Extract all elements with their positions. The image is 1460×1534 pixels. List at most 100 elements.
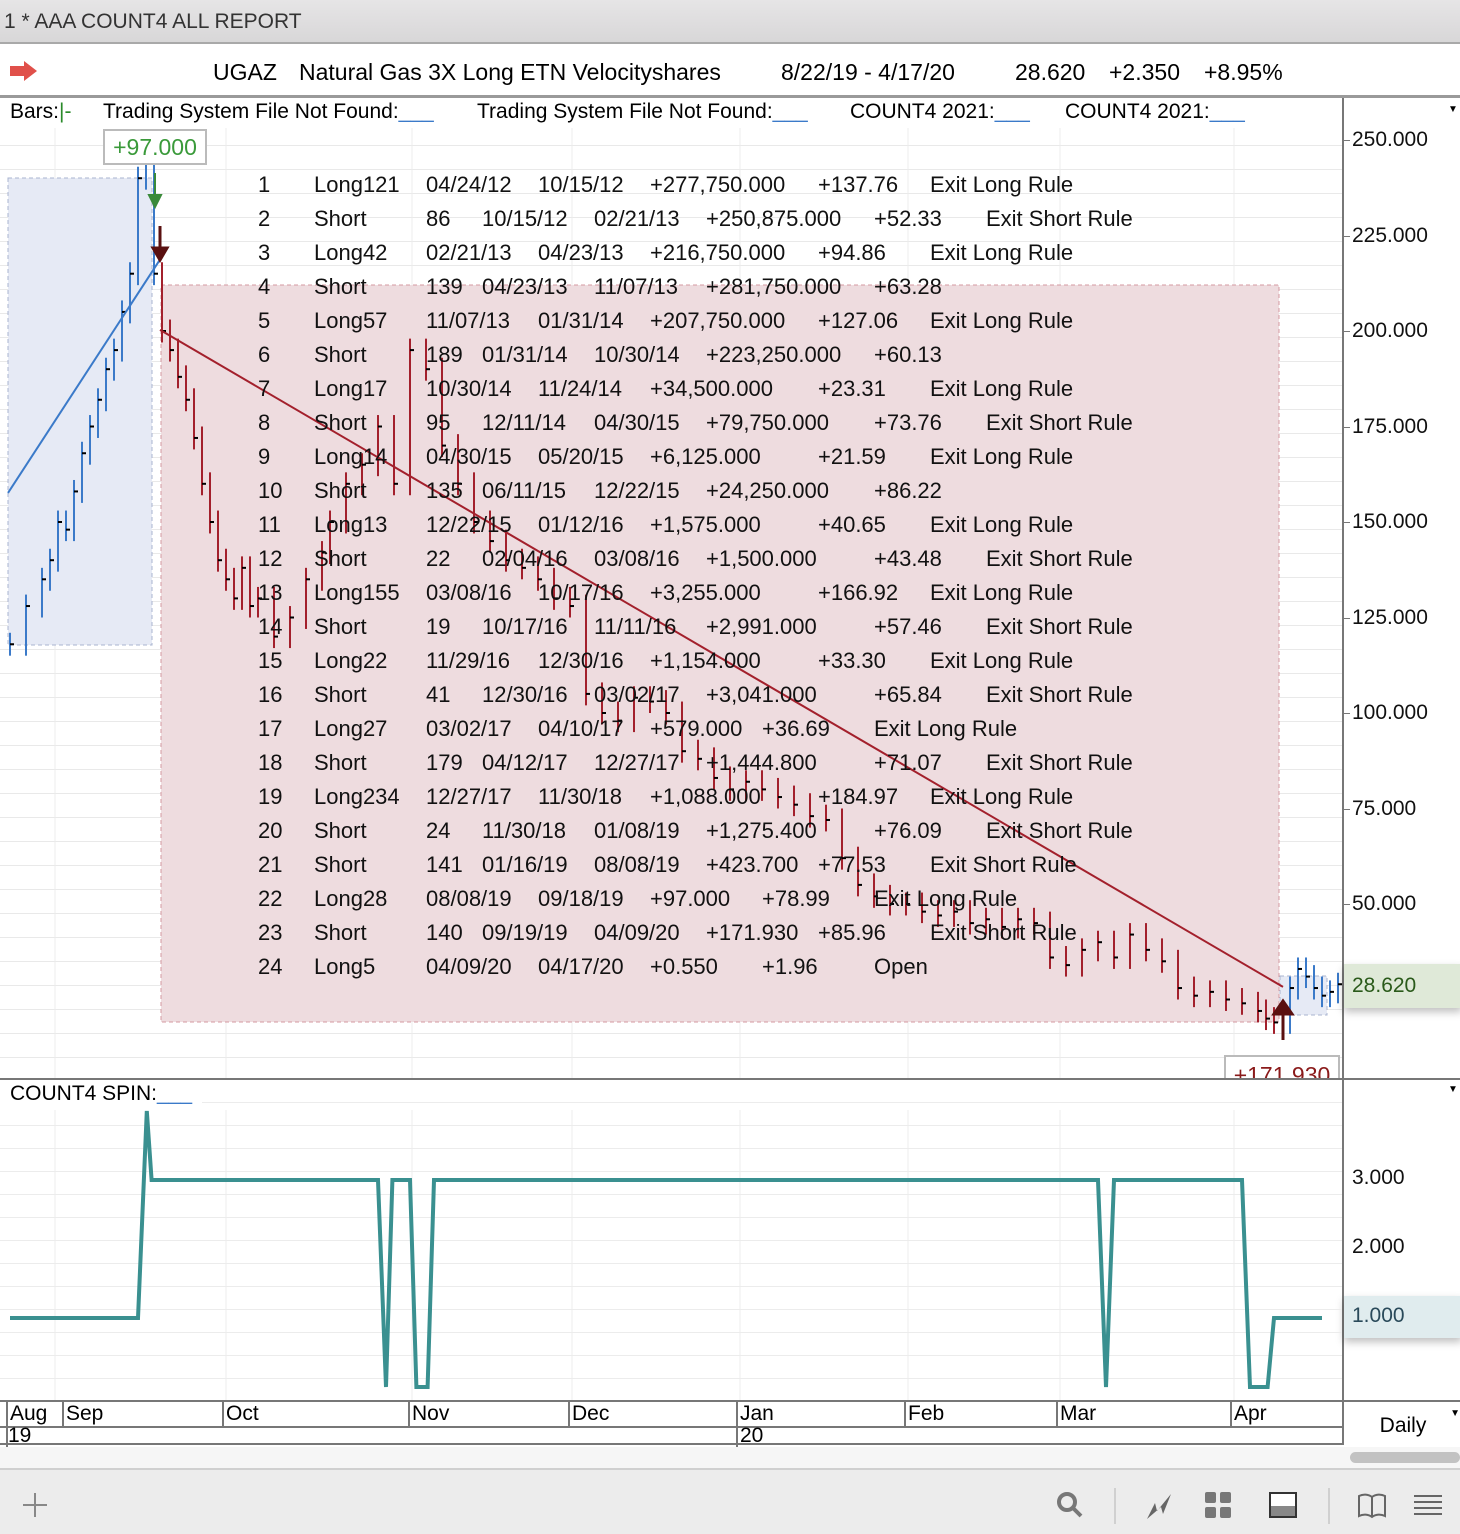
month-label: Apr xyxy=(1230,1402,1267,1426)
spin-last-marker: 1.000 xyxy=(1344,1296,1460,1338)
trade-row[interactable]: 3 Long42 02/21/13 04/23/13 +216,750.000 +94.8… xyxy=(258,240,1154,274)
panel-layout-icon[interactable] xyxy=(1268,1490,1298,1520)
price-tick-mark xyxy=(1344,617,1350,619)
trade-cell: 11/30/18 xyxy=(538,784,623,809)
legend-trading-system-1[interactable]: Trading System File Not Found:___ xyxy=(103,100,434,124)
trade-row[interactable]: 6 Short 189 01/31/14 10/30/14 +223,250.000 +60… xyxy=(258,342,1154,376)
trade-row[interactable]: 5 Long57 11/07/13 01/31/14 +207,750.000 +127.… xyxy=(258,308,1154,342)
trade-row[interactable]: 22 Long28 08/08/19 09/18/19 +97.000 +78.99 Exi… xyxy=(258,886,1154,920)
trade-row[interactable]: 8 Short 95 12/11/14 04/30/15 +79,750.000 +73.7… xyxy=(258,410,1154,444)
trade-cell: 01/16/19 xyxy=(482,852,568,877)
bottom-toolbar xyxy=(0,1468,1460,1534)
spin-legend[interactable]: COUNT4 SPIN:___ xyxy=(0,1080,203,1108)
percent-change: +8.95% xyxy=(1204,59,1283,85)
trade-cell: 9 xyxy=(258,444,271,469)
trade-cell: +76.09 xyxy=(874,818,942,843)
long-profit-label: +97.000 xyxy=(103,129,207,165)
trade-cell: Open xyxy=(874,954,928,979)
trade-row[interactable]: 11 Long13 12/22/15 01/12/16 +1,575.000 +40.65… xyxy=(258,512,1154,546)
trade-cell: 10/15/12 xyxy=(482,206,568,231)
trade-row[interactable]: 7 Long17 10/30/14 11/24/14 +34,500.000 +23.31… xyxy=(258,376,1154,410)
trade-row[interactable]: 10 Short 135 06/11/15 12/22/15 +24,250.000 +86… xyxy=(258,478,1154,512)
year-label: 20 xyxy=(740,1424,764,1447)
trade-row[interactable]: 21 Short 141 01/16/19 08/08/19 +423.700 +77.53… xyxy=(258,852,1154,886)
trade-row[interactable]: 16 Short 41 12/30/16 03/02/17 +3,041.000 +65.8… xyxy=(258,682,1154,716)
red-arrow-icon[interactable] xyxy=(8,60,38,82)
add-icon[interactable] xyxy=(20,1490,50,1520)
trade-row[interactable]: 2 Short 86 10/15/12 02/21/13 +250,875.000 +52.… xyxy=(258,206,1154,240)
scrollbar-thumb[interactable] xyxy=(1350,1452,1460,1463)
trade-cell: 01/12/16 xyxy=(538,512,624,537)
horizontal-scrollbar[interactable] xyxy=(0,1447,1460,1468)
trade-cell: Short xyxy=(314,410,367,435)
spin-axis-menu-icon[interactable]: ▼ xyxy=(1448,1084,1458,1095)
axis-menu-icon[interactable]: ▼ xyxy=(1448,104,1458,115)
trade-cell: 12/22/15 xyxy=(426,512,512,537)
trade-cell: 41 xyxy=(426,682,451,707)
book-icon[interactable] xyxy=(1357,1490,1387,1520)
last-price-marker: 28.620 xyxy=(1344,964,1460,1008)
trade-row[interactable]: 18 Short 179 04/12/17 12/27/17 +1,444.800 +71.… xyxy=(258,750,1154,784)
grid-layout-icon[interactable] xyxy=(1203,1490,1233,1520)
trade-cell: 86 xyxy=(426,206,451,231)
trade-cell: 140 xyxy=(426,920,463,945)
trade-row[interactable]: 17 Long27 03/02/17 04/10/17 +579.000 +36.69 Ex… xyxy=(258,716,1154,750)
trade-cell: Short xyxy=(314,818,367,843)
trade-cell: +86.22 xyxy=(874,478,942,503)
trade-row[interactable]: 1 Long121 04/24/12 10/15/12 +277,750.000 +137… xyxy=(258,172,1154,206)
trade-cell: Short xyxy=(314,750,367,775)
price-tick-label: 100.000 xyxy=(1352,701,1428,724)
trade-row[interactable]: 20 Short 24 11/30/18 01/08/19 +1,275.400 +76.0… xyxy=(258,818,1154,852)
trade-row[interactable]: 15 Long22 11/29/16 12/30/16 +1,154.000 +33.30… xyxy=(258,648,1154,682)
menu-icon[interactable] xyxy=(1413,1490,1443,1520)
spin-tick-label: 3.000 xyxy=(1352,1166,1405,1189)
trade-cell: Exit Long Rule xyxy=(930,240,1074,265)
trade-cell: +281,750.000 xyxy=(706,274,842,299)
trade-cell: 11/11/16 xyxy=(594,614,677,639)
trade-cell: +137.76 xyxy=(818,172,899,197)
price-axis[interactable]: 250.000 225.000 200.000 175.000 150.000 125.0… xyxy=(1342,98,1460,1445)
trade-cell: 4 xyxy=(258,274,271,299)
trade-row[interactable]: 9 Long14 04/30/15 05/20/15 +6,125.000 +21.59 E… xyxy=(258,444,1154,478)
search-icon[interactable] xyxy=(1055,1490,1085,1520)
trade-cell: 179 xyxy=(426,750,463,775)
trade-cell: +6,125.000 xyxy=(650,444,761,469)
trade-cell: +223,250.000 xyxy=(706,342,842,367)
price-tick-mark xyxy=(1344,522,1350,523)
trade-row[interactable]: 13 Long155 03/08/16 10/17/16 +3,255.000 +166.… xyxy=(258,580,1154,614)
trade-cell: 19 xyxy=(258,784,283,809)
price-tick-label: 50.000 xyxy=(1352,892,1417,915)
trade-cell: 12/22/15 xyxy=(594,478,680,503)
timeframe-select[interactable]: Daily ▼ xyxy=(1344,1400,1460,1445)
legend-count4-1[interactable]: COUNT4 2021:___ xyxy=(850,100,1030,124)
trade-cell: +1,154.000 xyxy=(650,648,761,673)
trade-cell: 04/23/13 xyxy=(538,240,624,265)
trade-cell: 20 xyxy=(258,818,283,843)
trade-cell: 10/15/12 xyxy=(538,172,624,197)
trade-row[interactable]: 19 Long234 12/27/17 11/30/18 +1,088.000 +184.… xyxy=(258,784,1154,818)
draw-line-icon[interactable] xyxy=(1145,1490,1175,1520)
trade-cell: +423.700 xyxy=(706,852,799,877)
trade-row[interactable]: 14 Short 19 10/17/16 11/11/16 +2,991.000 +57.4… xyxy=(258,614,1154,648)
trade-cell: 11/29/16 xyxy=(426,648,511,673)
trade-row[interactable]: 24 Long5 04/09/20 04/17/20 +0.550 +1.96 Open xyxy=(258,954,1154,988)
legend-trading-system-2[interactable]: Trading System File Not Found:___ xyxy=(477,100,808,124)
trade-cell: Exit Short Rule xyxy=(930,920,1077,945)
count4-spin-pane[interactable]: COUNT4 SPIN:___ xyxy=(0,1078,1342,1400)
trade-row[interactable]: 12 Short 22 02/04/16 03/08/16 +1,500.000 +43.4… xyxy=(258,546,1154,580)
trade-cell: Exit Long Rule xyxy=(930,512,1074,537)
trade-cell: 18 xyxy=(258,750,283,775)
trade-cell: Exit Long Rule xyxy=(930,376,1074,401)
legend-count4-2[interactable]: COUNT4 2021:___ xyxy=(1065,100,1245,124)
spin-tick-label: 2.000 xyxy=(1352,1235,1405,1258)
date-axis[interactable]: Aug Sep Oct Nov Dec Jan Feb Mar Apr 19 20 xyxy=(0,1400,1342,1447)
trade-row[interactable]: 23 Short 140 09/19/19 04/09/20 +171.930 +85.96… xyxy=(258,920,1154,954)
trade-cell: Long121 xyxy=(314,172,400,197)
trade-cell: +71.07 xyxy=(874,750,942,775)
chevron-down-icon: ▼ xyxy=(1450,1408,1460,1419)
price-tick-label: 175.000 xyxy=(1352,414,1428,438)
trade-cell: 08/08/19 xyxy=(594,852,680,877)
trade-row[interactable]: 4 Short 139 04/23/13 11/07/13 +281,750.000 +63… xyxy=(258,274,1154,308)
legend-bars[interactable]: Bars:|- xyxy=(10,100,71,124)
trade-cell: 12/27/17 xyxy=(594,750,680,775)
